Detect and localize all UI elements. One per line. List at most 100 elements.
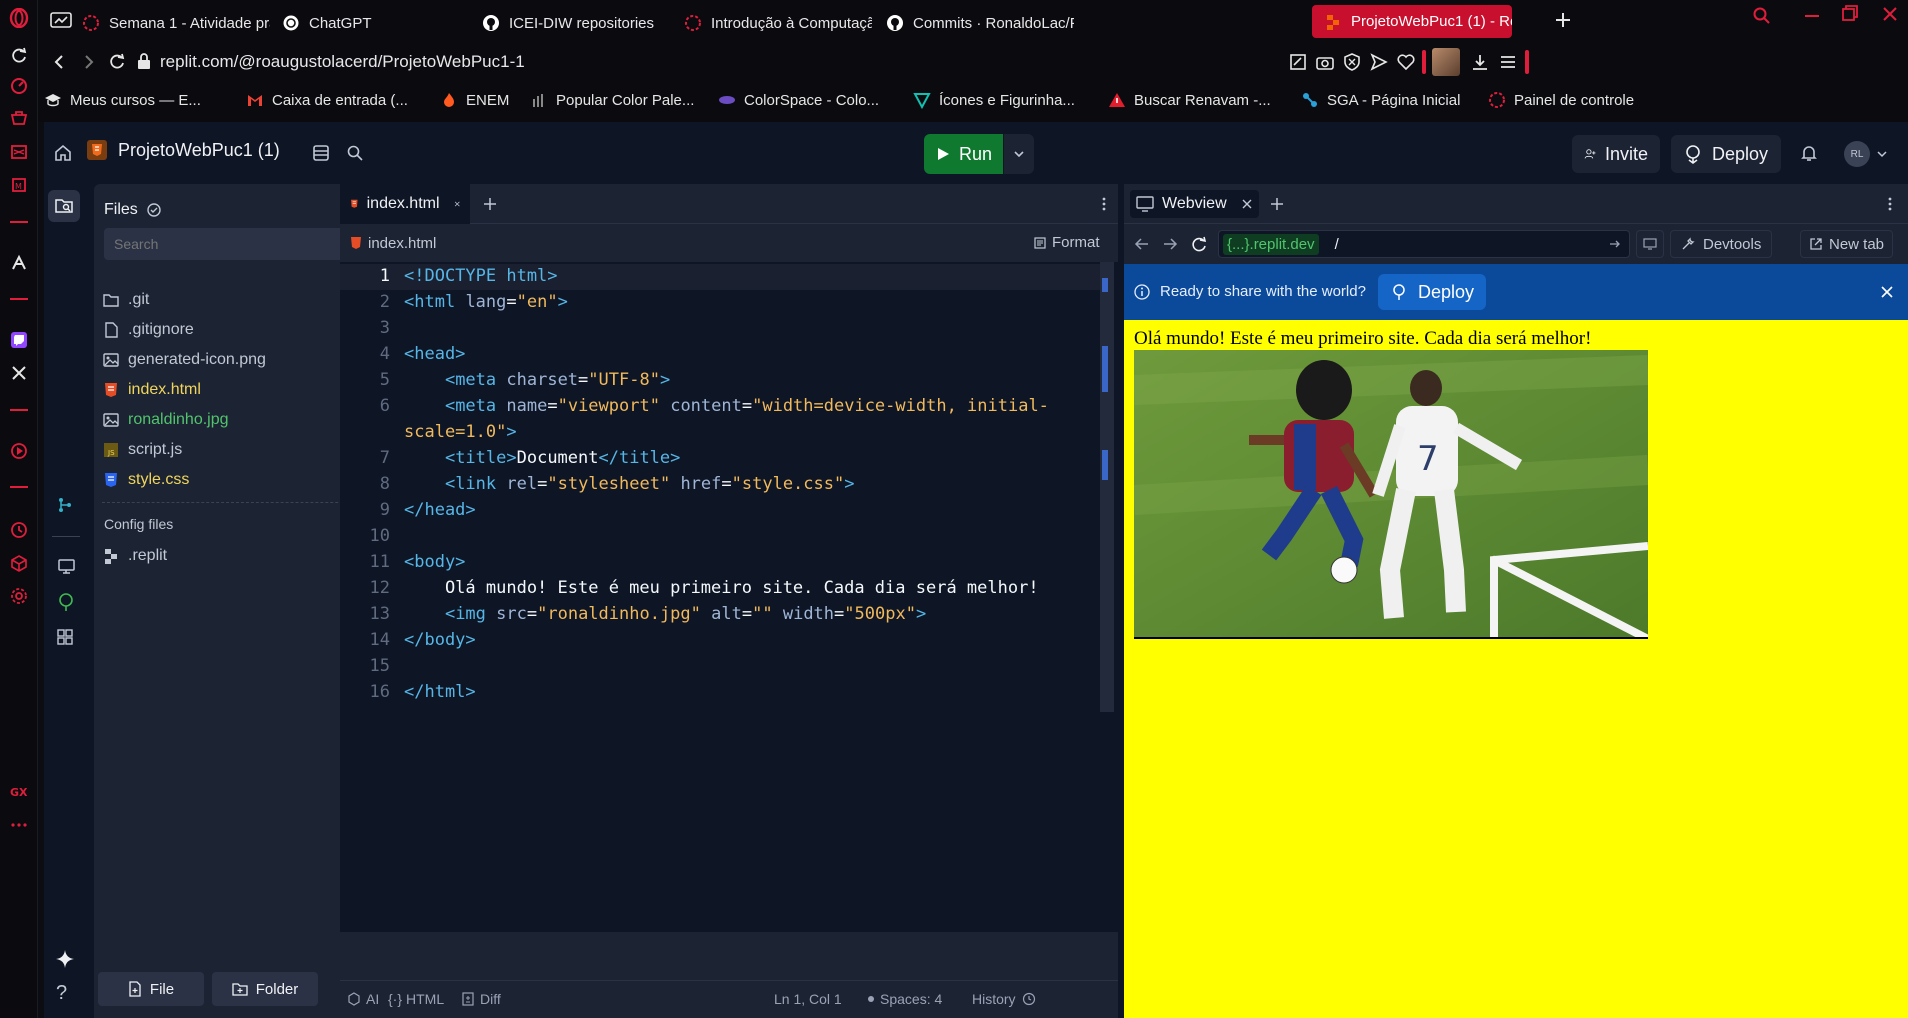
bookmark-colorspace[interactable]: ColorSpace - Colo... — [718, 91, 879, 109]
tab-replit-active[interactable]: ProjetoWebPuc1 (1) - Replit — [1312, 5, 1512, 38]
kebab-menu-icon[interactable] — [1096, 196, 1112, 212]
twitch-icon[interactable] — [9, 330, 29, 350]
url-path[interactable]: / — [1335, 236, 1339, 253]
bookmark-painel[interactable]: Painel de controle — [1488, 91, 1634, 109]
file-item-ronaldinho[interactable]: ronaldinho.jpg A — [102, 408, 362, 432]
history-icon[interactable] — [9, 520, 29, 540]
send-icon[interactable] — [1369, 52, 1389, 72]
file-item-script-js[interactable]: JS script.js — [102, 438, 362, 462]
player-icon[interactable] — [9, 441, 29, 461]
restore-icon[interactable] — [1840, 3, 1860, 23]
kebab-menu-icon[interactable] — [1882, 196, 1898, 212]
ai-button[interactable]: AI — [348, 991, 379, 1007]
banner-deploy-button[interactable]: Deploy — [1378, 274, 1487, 310]
reload-icon[interactable] — [9, 46, 29, 66]
camera-icon[interactable] — [1315, 52, 1335, 72]
bookmark-meus-cursos[interactable]: Meus cursos — E... — [44, 91, 201, 109]
bookmark-renavam[interactable]: Buscar Renavam -... — [1108, 91, 1271, 109]
file-item-git[interactable]: .git — [102, 288, 362, 312]
add-tab-icon[interactable] — [1269, 196, 1285, 212]
bookmark-caixa-entrada[interactable]: Caixa de entrada (... — [246, 91, 408, 109]
snapshot-icon[interactable] — [1288, 52, 1308, 72]
help-icon[interactable]: ? — [56, 982, 67, 1005]
refresh-icon[interactable] — [1190, 236, 1208, 254]
forward-icon[interactable] — [1162, 236, 1178, 252]
tab-chatgpt[interactable]: ChatGPT — [270, 8, 470, 38]
cube-icon[interactable] — [9, 553, 29, 573]
add-tab-icon[interactable] — [482, 196, 498, 212]
tab-icei-diw[interactable]: ICEI-DIW repositories — [470, 8, 670, 38]
console-icon[interactable] — [56, 558, 76, 576]
search-input[interactable] — [104, 228, 360, 260]
diff-button[interactable]: Diff — [462, 991, 501, 1007]
all-tools-icon[interactable] — [56, 628, 74, 646]
indent-button[interactable]: Spaces: 4 — [868, 991, 942, 1007]
project-title[interactable]: ProjetoWebPuc1 (1) — [86, 139, 280, 161]
adblock-icon[interactable] — [1342, 52, 1362, 72]
code-area[interactable]: 1 2 3 4 5 6 7 8 9 10 11 12 13 14 15 16 <!DOCTYPE html> … — [340, 262, 1118, 932]
file-item-generated-icon[interactable]: generated-icon.png — [102, 348, 362, 372]
tab-introducao[interactable]: Introdução à Computação — [672, 8, 872, 38]
home-icon[interactable] — [54, 144, 72, 162]
new-folder-button[interactable]: Folder — [212, 972, 318, 1006]
gx-icon[interactable]: GX — [9, 782, 29, 802]
reload-page-icon[interactable] — [108, 53, 126, 71]
run-button[interactable]: Run — [924, 134, 1003, 174]
history-button[interactable]: History — [972, 991, 1036, 1007]
file-item-index-html[interactable]: index.html M — [102, 378, 362, 402]
workspaces-icon[interactable] — [50, 11, 72, 29]
close-tab-icon[interactable] — [454, 198, 460, 210]
new-tab-icon[interactable] — [1553, 10, 1573, 30]
bookmark-icones[interactable]: Ícones e Figurinha... — [913, 91, 1075, 109]
back-icon[interactable] — [1134, 236, 1150, 252]
file-item-gitignore[interactable]: .gitignore — [102, 318, 362, 342]
breadcrumb-file[interactable]: index.html — [368, 235, 436, 252]
tab-webview[interactable]: Webview — [1130, 190, 1259, 218]
device-toggle-button[interactable] — [1636, 230, 1664, 258]
chip-icon[interactable]: M — [9, 175, 29, 195]
opera-logo-icon[interactable] — [9, 8, 29, 28]
git-icon[interactable] — [56, 496, 74, 514]
back-icon[interactable] — [50, 53, 68, 71]
run-options-button[interactable] — [1004, 134, 1034, 174]
new-file-button[interactable]: File — [98, 972, 204, 1006]
profile-avatar[interactable] — [1432, 48, 1460, 76]
download-icon[interactable] — [1470, 52, 1490, 72]
webview-url-bar[interactable]: {...}.replit.dev / — [1218, 230, 1630, 258]
easy-setup-icon[interactable] — [1498, 52, 1518, 72]
minimize-icon[interactable] — [1802, 6, 1822, 26]
search-icon[interactable] — [346, 144, 364, 162]
shopping-icon[interactable] — [9, 109, 29, 129]
panels-icon[interactable] — [312, 144, 330, 162]
url-field[interactable]: replit.com/@roaugustolacerd/ProjetoWebPu… — [160, 52, 525, 72]
x-icon[interactable] — [9, 363, 29, 383]
files-tool-button[interactable] — [48, 190, 80, 222]
deployments-icon[interactable] — [56, 592, 76, 612]
file-item-style-css[interactable]: style.css M — [102, 468, 362, 492]
forward-icon[interactable] — [80, 53, 98, 71]
cursor-position[interactable]: Ln 1, Col 1 — [774, 991, 842, 1007]
speed-dial-icon[interactable] — [9, 76, 29, 96]
aria-icon[interactable] — [9, 253, 29, 273]
heart-icon[interactable] — [1396, 52, 1416, 72]
tab-semana[interactable]: Semana 1 - Atividade prátic — [70, 8, 270, 38]
new-tab-button[interactable]: New tab — [1800, 230, 1894, 258]
close-tab-icon[interactable] — [1241, 198, 1253, 210]
news-icon[interactable] — [9, 142, 29, 162]
settings-icon[interactable] — [9, 586, 29, 606]
scrollbar[interactable] — [1100, 262, 1114, 712]
close-banner-icon[interactable] — [1880, 285, 1894, 299]
bell-icon[interactable] — [1800, 144, 1818, 162]
sparkle-icon[interactable] — [54, 948, 76, 970]
language-button[interactable]: {·} HTML — [388, 991, 444, 1007]
bookmark-enem[interactable]: ENEM — [440, 91, 509, 109]
devtools-button[interactable]: Devtools — [1670, 230, 1773, 258]
close-window-icon[interactable] — [1880, 4, 1900, 24]
invite-button[interactable]: Invite — [1572, 135, 1660, 173]
tab-commits[interactable]: Commits · RonaldoLac/Pro — [874, 8, 1074, 38]
file-item-replit[interactable]: .replit — [102, 544, 362, 568]
go-arrow-icon[interactable] — [1609, 238, 1621, 250]
tab-index-html[interactable]: index.html — [340, 184, 470, 224]
deploy-button[interactable]: Deploy — [1671, 135, 1781, 173]
bookmark-sga[interactable]: SGA - Página Inicial — [1301, 91, 1460, 109]
